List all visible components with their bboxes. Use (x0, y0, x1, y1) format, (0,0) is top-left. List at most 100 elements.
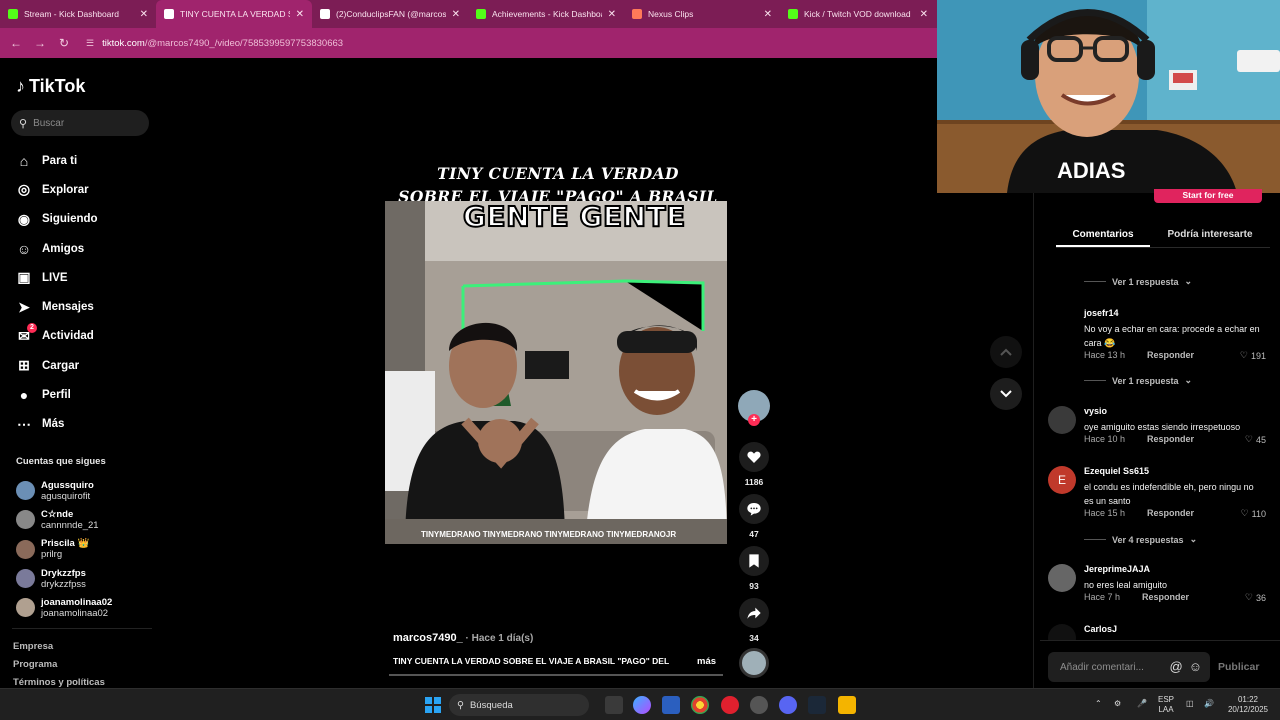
windows-start-icon[interactable] (425, 697, 441, 713)
language-indicator[interactable]: ESP LAA (1158, 695, 1174, 715)
comment-button[interactable]: 47 (737, 494, 771, 539)
sidebar-item[interactable]: ▣ LIVE (16, 263, 98, 292)
view-replies-button[interactable]: Ver 1 respuesta ⌄ (1084, 375, 1192, 386)
chevron-up-icon[interactable]: ⌃ (1095, 699, 1102, 709)
volume-icon[interactable]: 🔊 (1204, 699, 1214, 709)
browser-tab[interactable]: TINY CUENTA LA VERDAD SOBR ✕ (156, 0, 312, 28)
sidebar-item[interactable]: ● Perfil (16, 380, 98, 409)
comment-user[interactable]: vysio (1084, 406, 1107, 416)
wifi-icon[interactable]: ◫ (1186, 699, 1194, 709)
following-account[interactable]: C☆nde cannnnde_21 (16, 505, 112, 534)
like-button[interactable]: 1186 (737, 442, 771, 487)
sidebar-item-label: LIVE (42, 271, 68, 284)
comment-user[interactable]: CarlosJ (1084, 624, 1117, 634)
file-explorer-icon[interactable] (838, 696, 856, 714)
mention-icon[interactable]: @ (1170, 659, 1183, 674)
more-button[interactable]: más (697, 656, 716, 667)
sidebar-item[interactable]: ⊞ Cargar (16, 351, 98, 380)
browser-tab[interactable]: Kick / Twitch VOD download ✕ (780, 0, 936, 28)
author-avatar-button[interactable]: + (737, 390, 771, 426)
commenter-avatar[interactable] (1048, 624, 1076, 640)
word-icon[interactable] (662, 696, 680, 714)
browser-tab[interactable]: Nexus Clips ✕ (624, 0, 780, 28)
steam-icon[interactable] (808, 696, 826, 714)
footer-link[interactable]: Empresa (13, 641, 105, 659)
comment-like-button[interactable]: ♡ 191 (1240, 350, 1266, 361)
video-author[interactable]: marcos7490_ · Hace 1 día(s) (393, 632, 533, 644)
reply-button[interactable]: Responder (1147, 350, 1194, 361)
reply-button[interactable]: Responder (1147, 508, 1194, 519)
emoji-icon[interactable]: ☺ (1189, 659, 1202, 674)
sidebar-item[interactable]: ⋯ Más (16, 410, 98, 439)
copilot-icon[interactable] (633, 696, 651, 714)
view-replies-button[interactable]: Ver 4 respuestas ⌄ (1084, 534, 1197, 545)
comment-user[interactable]: Ezequiel Ss615 (1084, 466, 1149, 476)
task-view-icon[interactable] (605, 696, 623, 714)
commenter-avatar[interactable]: E (1048, 466, 1076, 494)
sidebar-item[interactable]: ⌂ Para ti (16, 146, 98, 175)
video-player[interactable]: TINYMEDRANO TINYMEDRANO TINYMEDRANO TINY… (385, 201, 727, 544)
comment-like-button[interactable]: ♡ 36 (1245, 592, 1266, 603)
browser-tab[interactable]: Stream - Kick Dashboard ✕ (0, 0, 156, 28)
tiktok-logo[interactable]: ♪ TikTok (16, 76, 85, 97)
close-tab-icon[interactable]: ✕ (608, 9, 616, 20)
url-field[interactable]: ☰ tiktok.com/@marcos7490_/video/75853995… (86, 38, 343, 49)
discord-icon[interactable] (779, 696, 797, 714)
sidebar-item[interactable]: ✉ 2 Actividad (16, 322, 98, 351)
reload-icon[interactable]: ↻ (52, 36, 76, 50)
following-account[interactable]: Priscila 👑 prilrg (16, 535, 112, 564)
mic-icon[interactable]: 🎤 (1137, 699, 1147, 709)
search-placeholder: Buscar (33, 117, 65, 129)
gaming-icon[interactable] (750, 696, 768, 714)
comment-input[interactable]: Añadir comentari... @ ☺ (1048, 652, 1210, 682)
next-video-button[interactable] (990, 378, 1022, 410)
close-tab-icon[interactable]: ✕ (920, 9, 928, 20)
sidebar-item[interactable]: ➤ Mensajes (16, 292, 98, 321)
back-icon[interactable]: ← (4, 36, 28, 50)
close-tab-icon[interactable]: ✕ (452, 9, 460, 20)
site-info-icon[interactable]: ☰ (86, 38, 94, 49)
network-icon[interactable]: ⚙ (1114, 699, 1121, 709)
publish-button[interactable]: Publicar (1218, 661, 1259, 673)
chrome-icon[interactable] (691, 696, 709, 714)
sidebar-item[interactable]: ◎ Explorar (16, 175, 98, 204)
save-button[interactable]: 93 (737, 546, 771, 591)
account-text: joanamolinaa02 joanamolinaa02 (41, 597, 112, 619)
sound-disc-button[interactable] (737, 648, 771, 678)
close-tab-icon[interactable]: ✕ (764, 9, 772, 20)
author-name[interactable]: marcos7490_ (393, 632, 463, 644)
lang-top: ESP (1158, 695, 1175, 704)
tab-comments[interactable]: Comentarios (1056, 222, 1150, 247)
opera-icon[interactable] (721, 696, 739, 714)
taskbar-search[interactable]: ⚲ Búsqueda (449, 694, 589, 716)
following-account[interactable]: Drykzzfps drykzzfpss (16, 564, 112, 593)
forward-icon[interactable]: → (28, 36, 52, 50)
following-account[interactable]: Agussquiro agusquirofit (16, 476, 112, 505)
video-progress-bar[interactable] (389, 674, 723, 676)
comment-user[interactable]: josefr14 (1084, 308, 1119, 318)
reply-button[interactable]: Responder (1142, 592, 1189, 603)
search-input[interactable]: ⚲ Buscar (11, 110, 149, 136)
footer-link[interactable]: Programa (13, 659, 105, 677)
commenter-avatar[interactable] (1048, 564, 1076, 592)
clock[interactable]: 01:22 20/12/2025 (1222, 695, 1274, 715)
start-free-button[interactable]: Start for free (1154, 189, 1262, 203)
comment-like-button[interactable]: ♡ 45 (1245, 434, 1266, 445)
commenter-avatar[interactable] (1048, 406, 1076, 434)
reply-button[interactable]: Responder (1147, 434, 1194, 445)
close-tab-icon[interactable]: ✕ (140, 9, 148, 20)
commenter-avatar[interactable] (1048, 308, 1076, 336)
close-tab-icon[interactable]: ✕ (296, 9, 304, 20)
sidebar-item[interactable]: ☺ Amigos (16, 234, 98, 263)
sidebar-item[interactable]: ◉ Siguiendo (16, 205, 98, 234)
comment-user[interactable]: JereprimeJAJA (1084, 564, 1150, 574)
following-account[interactable]: joanamolinaa02 joanamolinaa02 (16, 593, 112, 622)
share-button[interactable]: 34 (737, 598, 771, 643)
comment-like-button[interactable]: ♡ 110 (1241, 508, 1266, 519)
browser-tab[interactable]: Achievements - Kick Dashboard ✕ (468, 0, 624, 28)
follow-plus-icon[interactable]: + (748, 414, 760, 426)
browser-tab[interactable]: (2)ConduclipsFAN (@marcos74 ✕ (312, 0, 468, 28)
previous-video-button[interactable] (990, 336, 1022, 368)
view-replies-button[interactable]: Ver 1 respuesta ⌄ (1084, 276, 1192, 287)
tab-suggested[interactable]: Podría interesarte (1150, 222, 1270, 247)
